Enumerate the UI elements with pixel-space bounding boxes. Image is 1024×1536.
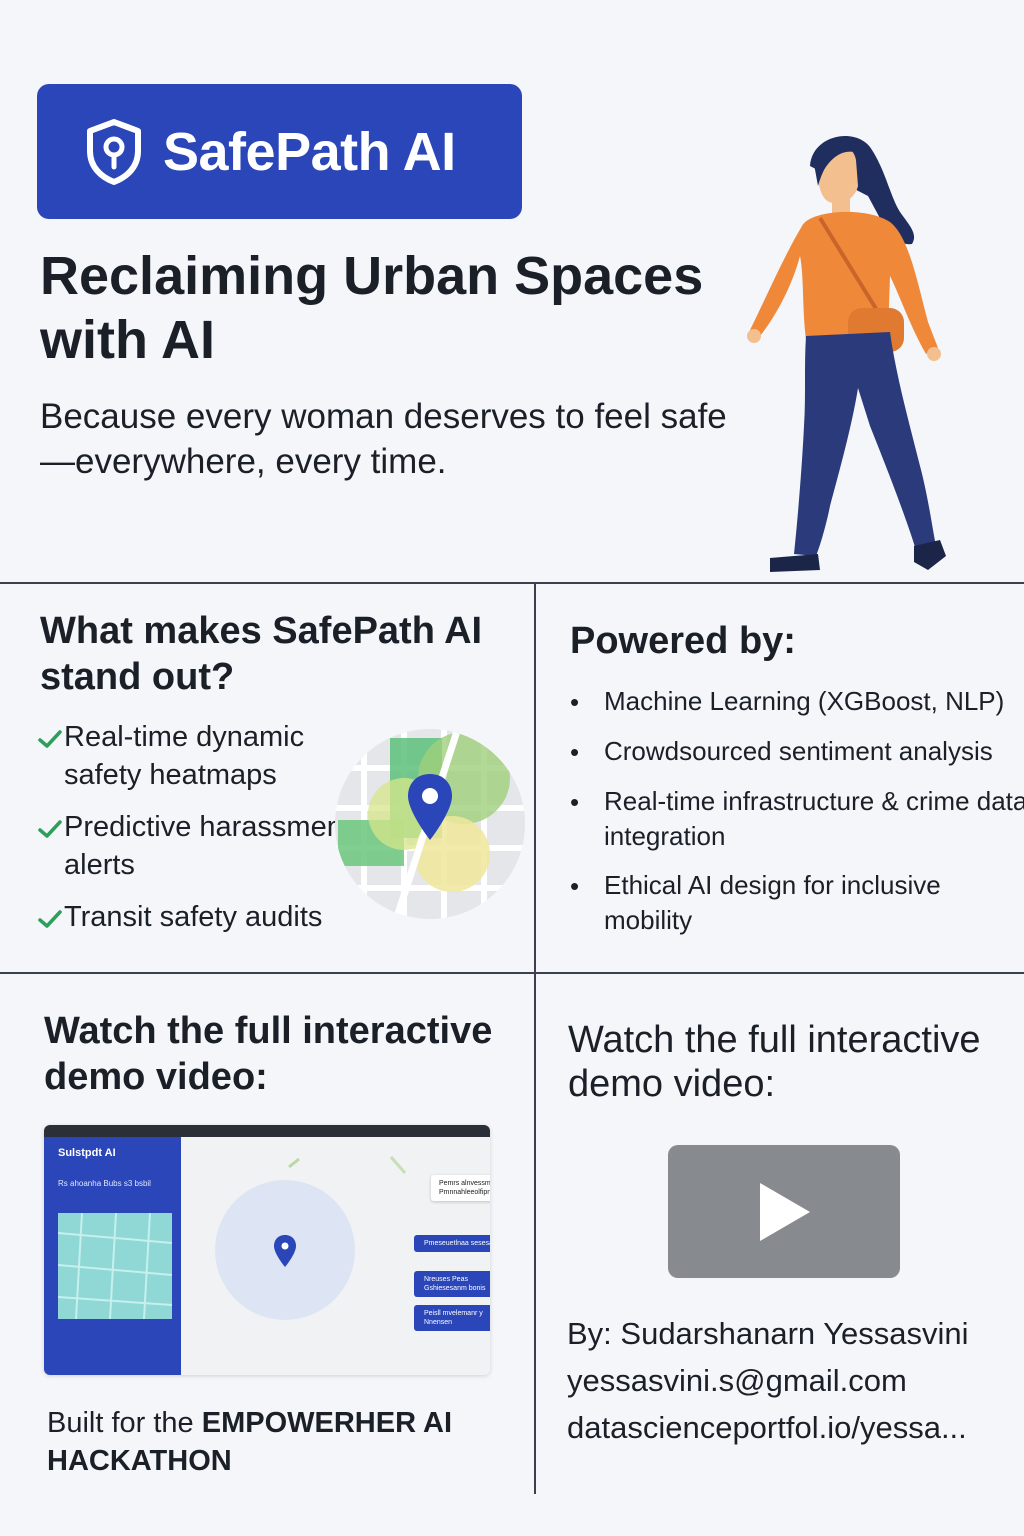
demo-sidebar: Sulstpdt AI Rs ahoanha Bubs s3 bsbil — [44, 1137, 181, 1375]
feature-label: Predictive harassment alerts — [64, 811, 351, 881]
video-play-button[interactable] — [668, 1145, 900, 1278]
demo-screenshot[interactable]: Sulstpdt AI Rs ahoanha Bubs s3 bsbil Pem… — [44, 1125, 490, 1375]
demo-action-button[interactable]: Pmeseuetlnaa sesesaer — [414, 1235, 490, 1252]
walking-woman-illustration — [747, 136, 946, 572]
check-icon — [38, 820, 62, 838]
demo-map-area: Pemrs alnvessmr Pmnnahleeolfipnrr ne Pme… — [181, 1137, 490, 1375]
feature-item: Predictive harassment alerts — [36, 808, 356, 884]
author-email[interactable]: yessasvini.s@gmail.com — [567, 1357, 1017, 1404]
divider-middle — [0, 972, 1024, 974]
feature-item: Real-time dynamic safety heatmaps — [36, 718, 356, 794]
features-title: What makes SafePath AI stand out? — [40, 610, 483, 698]
feature-list: Real-time dynamic safety heatmaps Predic… — [36, 718, 356, 950]
tech-label: Real-time infrastructure & crime data in… — [604, 786, 1024, 851]
demo-title-right: Watch the full interactive demo video: — [568, 1019, 981, 1105]
divider-vertical — [534, 583, 536, 1494]
powered-title: Powered by: — [570, 620, 796, 662]
feature-label: Real-time dynamic safety heatmaps — [64, 721, 305, 791]
demo-map — [215, 1156, 407, 1320]
hero-title: Reclaiming Urban Spaces with AI — [40, 246, 704, 370]
tech-list: • Machine Learning (XGBoost, NLP) • Crow… — [568, 684, 1024, 952]
feature-label: Transit safety audits — [64, 901, 323, 933]
hackathon-credit: Built for the EMPOWERHER AI HACKATHON — [47, 1404, 517, 1480]
tech-label: Crowdsourced sentiment analysis — [604, 736, 993, 766]
brand-badge: SafePath AI — [37, 84, 522, 219]
tech-label: Machine Learning (XGBoost, NLP) — [604, 686, 1005, 716]
bullet-icon: • — [570, 737, 580, 767]
feature-item: Transit safety audits — [36, 898, 356, 936]
demo-action-button[interactable]: Peisll mvelemanr y Nnensen — [414, 1305, 490, 1331]
heatmap-thumbnail — [58, 1213, 172, 1319]
hackathon-prefix: Built for the — [47, 1407, 202, 1439]
divider-top — [0, 582, 1024, 584]
play-icon — [760, 1182, 810, 1241]
check-icon — [38, 730, 62, 748]
list-item: • Ethical AI design for inclusive mobili… — [568, 868, 1024, 938]
list-item: • Real-time infrastructure & crime data … — [568, 784, 1024, 854]
hero-subtitle: Because every woman deserves to feel saf… — [40, 397, 727, 481]
contact-info: By: Sudarshanarn Yessasvini yessasvini.s… — [567, 1310, 1017, 1451]
shield-pin-icon — [87, 118, 141, 185]
demo-action-button[interactable]: Nreuses Peas Gshiesesanm bonis — [414, 1271, 490, 1297]
map-pin-icon — [335, 729, 525, 919]
bullet-icon: • — [570, 871, 580, 901]
demo-app-title: Sulstpdt AI — [58, 1147, 116, 1159]
author-name: By: Sudarshanarn Yessasvini — [567, 1316, 969, 1351]
brand-name: SafePath AI — [163, 121, 456, 182]
demo-info-card: Pemrs alnvessmr Pmnnahleeolfipnrr ne — [431, 1175, 490, 1201]
list-item: • Crowdsourced sentiment analysis — [568, 734, 1024, 770]
tech-label: Ethical AI design for inclusive mobility — [604, 870, 941, 935]
demo-titlebar — [44, 1125, 490, 1137]
bullet-icon: • — [570, 687, 580, 717]
check-icon — [38, 910, 62, 928]
demo-app-subtitle: Rs ahoanha Bubs s3 bsbil — [58, 1179, 151, 1188]
demo-title-left: Watch the full interactive demo video: — [44, 1010, 493, 1098]
list-item: • Machine Learning (XGBoost, NLP) — [568, 684, 1024, 720]
bullet-icon: • — [570, 787, 580, 817]
portfolio-link[interactable]: datascienceportfol.io/yessa... — [567, 1404, 1017, 1451]
